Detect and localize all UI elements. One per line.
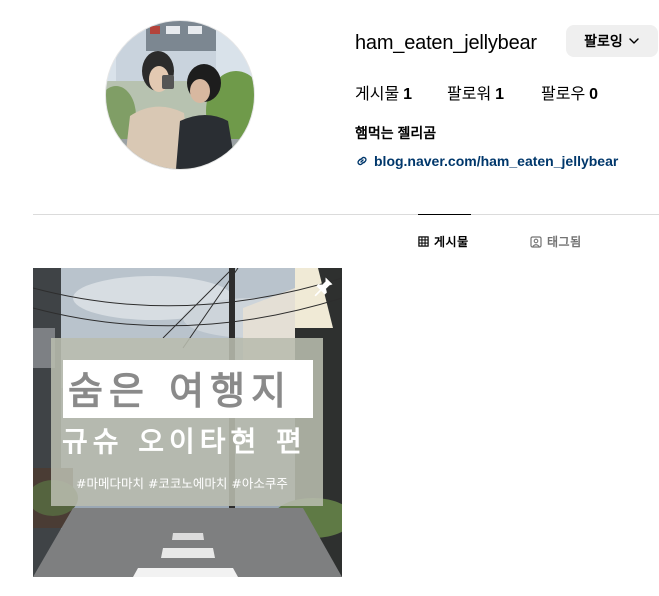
tagged-icon — [530, 235, 542, 248]
stat-posts: 게시물 1 — [355, 85, 412, 105]
link-icon — [357, 156, 367, 166]
post-hashtags: #마메다마치 #코코노에마치 #아소쿠주 — [76, 476, 288, 491]
tab-posts-label: 게시물 — [434, 235, 469, 249]
profile-link-text: blog.naver.com/ham_eaten_jellybear — [374, 153, 619, 169]
profile-full-name: 햄먹는 젤리곰 — [355, 125, 437, 141]
profile-avatar[interactable] — [105, 20, 255, 170]
stat-followers[interactable]: 팔로워 1 — [447, 85, 504, 105]
stat-following-label: 팔로우 — [541, 86, 586, 103]
profile-username: ham_eaten_jellybear — [355, 32, 537, 54]
tab-tagged[interactable]: 태그됨 — [530, 233, 582, 250]
tabs-divider — [33, 214, 659, 215]
following-button-label: 팔로잉 — [584, 33, 623, 49]
stat-followers-label: 팔로워 — [447, 86, 492, 103]
stat-posts-label: 게시물 — [355, 86, 400, 103]
following-button[interactable]: 팔로잉 — [566, 25, 658, 57]
pin-icon — [314, 277, 333, 297]
post-title-line1: 숨은 여행지 — [68, 369, 293, 413]
grid-icon — [418, 236, 429, 247]
stat-following-count: 0 — [589, 86, 599, 103]
avatar-photo — [106, 21, 254, 169]
stat-following[interactable]: 팔로우 0 — [541, 85, 598, 105]
stat-posts-count: 1 — [403, 86, 413, 103]
profile-link[interactable]: blog.naver.com/ham_eaten_jellybear — [355, 153, 618, 169]
tab-posts[interactable]: 게시물 — [418, 233, 469, 250]
active-tab-indicator — [418, 214, 471, 215]
post-title-line2: 규슈 오이타현 편 — [62, 425, 307, 458]
stat-followers-count: 1 — [495, 86, 505, 103]
chevron-down-icon — [629, 38, 639, 44]
tab-tagged-label: 태그됨 — [547, 235, 582, 249]
